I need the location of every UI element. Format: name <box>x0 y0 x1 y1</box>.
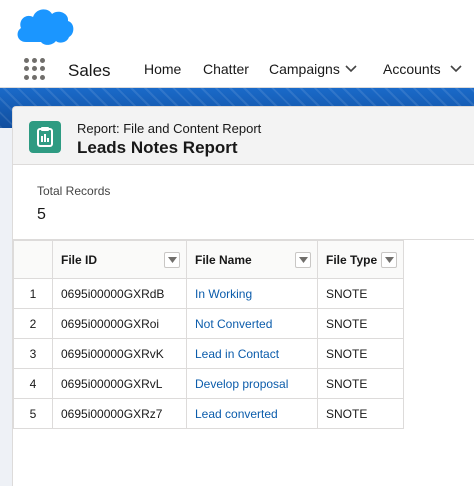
file-type-cell: SNOTE <box>317 338 404 369</box>
column-menu-button[interactable] <box>164 252 180 268</box>
row-number: 3 <box>13 338 53 369</box>
row-number: 4 <box>13 368 53 399</box>
table-row: 3 0695i00000GXRvK Lead in Contact SNOTE <box>13 338 404 369</box>
table-row: 4 0695i00000GXRvL Develop proposal SNOTE <box>13 368 404 399</box>
row-number: 2 <box>13 308 53 339</box>
table-row: 2 0695i00000GXRoi Not Converted SNOTE <box>13 308 404 339</box>
file-name-link[interactable]: Lead converted <box>186 398 318 429</box>
file-type-cell: SNOTE <box>317 368 404 399</box>
file-id-cell: 0695i00000GXRvL <box>52 368 187 399</box>
accounts-chevron-down-icon[interactable] <box>450 65 462 73</box>
logo-bar <box>0 0 474 52</box>
report-icon <box>29 121 61 153</box>
column-menu-button[interactable] <box>295 252 311 268</box>
table-row: 1 0695i00000GXRdB In Working SNOTE <box>13 278 404 309</box>
column-header-file-type[interactable]: File Type <box>317 240 404 279</box>
file-type-cell: SNOTE <box>317 398 404 429</box>
campaigns-chevron-down-icon[interactable] <box>345 65 357 73</box>
file-name-link[interactable]: In Working <box>186 278 318 309</box>
row-number: 1 <box>13 278 53 309</box>
column-header-file-name[interactable]: File Name <box>186 240 318 279</box>
nav-item-campaigns[interactable]: Campaigns <box>269 61 340 77</box>
page-title: Leads Notes Report <box>77 138 238 157</box>
column-header-file-id[interactable]: File ID <box>52 240 187 279</box>
file-name-link[interactable]: Develop proposal <box>186 368 318 399</box>
file-id-cell: 0695i00000GXRvK <box>52 338 187 369</box>
table-row: 5 0695i00000GXRz7 Lead converted SNOTE <box>13 398 404 429</box>
file-id-cell: 0695i00000GXRz7 <box>52 398 187 429</box>
total-records-label: Total Records <box>37 184 111 198</box>
app-name: Sales <box>68 61 111 80</box>
navigation-bar: Sales Home Chatter Campaigns Accounts <box>0 52 474 88</box>
file-name-link[interactable]: Lead in Contact <box>186 338 318 369</box>
column-label: File ID <box>61 252 98 267</box>
file-id-cell: 0695i00000GXRdB <box>52 278 187 309</box>
column-label: File Name <box>195 252 252 267</box>
report-card: Report: File and Content Report Leads No… <box>12 106 474 486</box>
row-number: 5 <box>13 398 53 429</box>
file-id-cell: 0695i00000GXRoi <box>52 308 187 339</box>
total-records-value: 5 <box>37 206 46 223</box>
table-header-row: File ID File Name File Type <box>13 240 404 279</box>
report-type-label: Report: File and Content Report <box>77 121 262 136</box>
app-launcher-icon[interactable] <box>24 58 46 80</box>
file-name-link[interactable]: Not Converted <box>186 308 318 339</box>
nav-item-home[interactable]: Home <box>144 61 181 77</box>
column-menu-button[interactable] <box>381 252 397 268</box>
report-table: File ID File Name File Type 1 0695i00000… <box>13 240 404 429</box>
caret-down-icon <box>299 257 308 263</box>
nav-item-chatter[interactable]: Chatter <box>203 61 249 77</box>
caret-down-icon <box>168 257 177 263</box>
file-type-cell: SNOTE <box>317 308 404 339</box>
caret-down-icon <box>385 257 394 263</box>
file-type-cell: SNOTE <box>317 278 404 309</box>
report-table-container: File ID File Name File Type 1 0695i00000… <box>13 239 474 486</box>
salesforce-cloud-logo[interactable] <box>14 4 76 46</box>
row-number-header <box>13 240 53 279</box>
nav-item-accounts[interactable]: Accounts <box>383 61 441 77</box>
column-label: File Type <box>326 252 378 267</box>
report-header: Report: File and Content Report Leads No… <box>13 107 474 165</box>
